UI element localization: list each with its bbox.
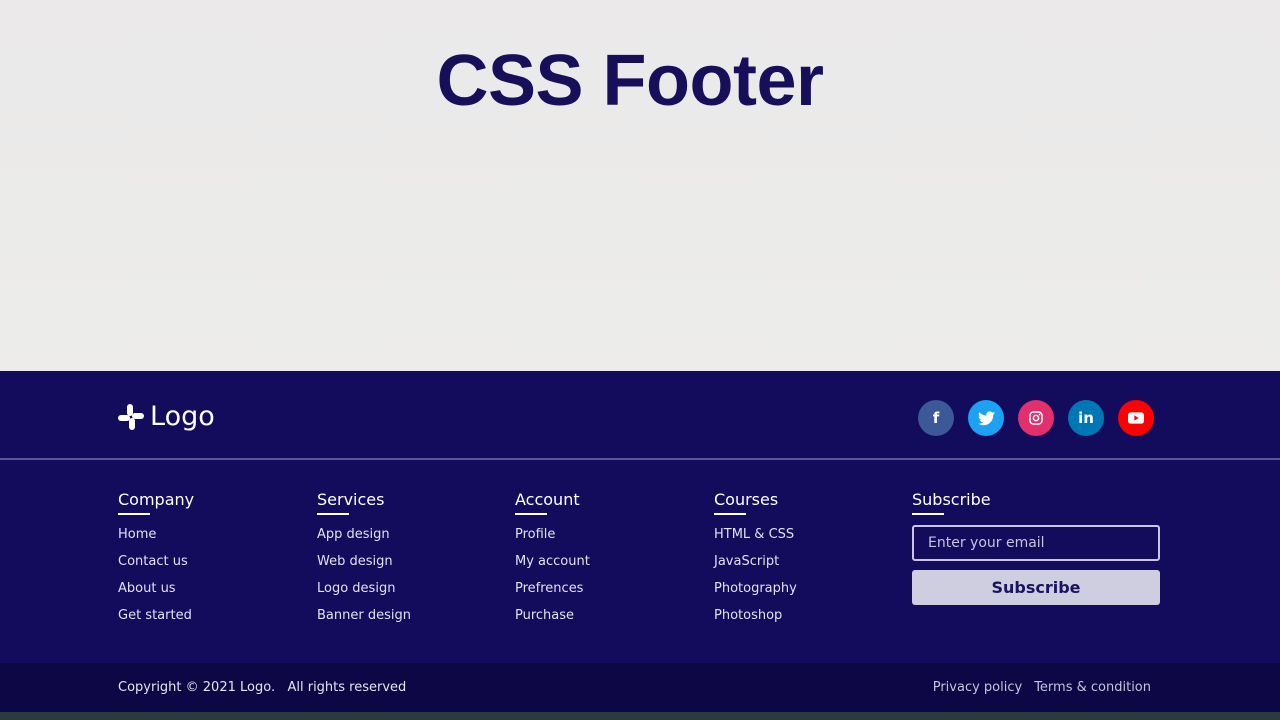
page-title: CSS Footer xyxy=(436,41,824,121)
title-underline xyxy=(118,513,150,515)
footer-link-get-started[interactable]: Get started xyxy=(118,606,194,633)
twitter-bird-glyph xyxy=(977,410,995,425)
title-underline xyxy=(317,513,349,515)
subscribe-column: Subscribe Subscribe xyxy=(912,490,1162,610)
footer-link-contact-us[interactable]: Contact us xyxy=(118,552,194,579)
footer-link-web-design[interactable]: Web design xyxy=(317,552,411,579)
footer-link-app-design[interactable]: App design xyxy=(317,525,411,552)
instagram-glyph xyxy=(1029,411,1043,425)
twitter-icon[interactable] xyxy=(968,400,1004,436)
footer-top-row: Logo f in xyxy=(0,371,1280,460)
title-underline xyxy=(714,513,746,515)
footer: Logo f in Company Home Contact us About … xyxy=(0,371,1280,712)
column-title-courses: Courses xyxy=(714,490,779,509)
services-column: Services App design Web design Logo desi… xyxy=(317,490,411,633)
subscribe-button[interactable]: Subscribe xyxy=(912,570,1160,605)
account-column: Account Profile My account Prefrences Pu… xyxy=(515,490,590,633)
footer-link-javascript[interactable]: JavaScript xyxy=(714,552,797,579)
privacy-policy-link[interactable]: Privacy policy xyxy=(933,680,1022,695)
footer-bottom-bar: Copyright © 2021 Logo. All rights reserv… xyxy=(0,663,1280,712)
logo[interactable]: Logo xyxy=(118,401,215,432)
youtube-icon[interactable] xyxy=(1118,400,1154,436)
footer-link-banner-design[interactable]: Banner design xyxy=(317,606,411,633)
footer-link-purchase[interactable]: Purchase xyxy=(515,606,590,633)
title-underline xyxy=(912,513,944,515)
footer-link-about-us[interactable]: About us xyxy=(118,579,194,606)
copyright-text: Copyright © 2021 Logo. All rights reserv… xyxy=(118,680,407,695)
footer-link-profile[interactable]: Profile xyxy=(515,525,590,552)
facebook-icon[interactable]: f xyxy=(918,400,954,436)
legal-links: Privacy policy Terms & condition xyxy=(933,680,1151,695)
social-links: f in xyxy=(918,400,1154,436)
footer-link-photoshop[interactable]: Photoshop xyxy=(714,606,797,633)
footer-link-prefrences[interactable]: Prefrences xyxy=(515,579,590,606)
logo-text: Logo xyxy=(150,401,215,432)
footer-columns: Company Home Contact us About us Get sta… xyxy=(0,490,1280,640)
slack-logo-icon xyxy=(118,403,144,430)
footer-link-photography[interactable]: Photography xyxy=(714,579,797,606)
footer-link-html-css[interactable]: HTML & CSS xyxy=(714,525,797,552)
title-underline xyxy=(515,513,547,515)
courses-column: Courses HTML & CSS JavaScript Photograph… xyxy=(714,490,797,633)
column-title-account: Account xyxy=(515,490,580,509)
instagram-icon[interactable] xyxy=(1018,400,1054,436)
column-title-subscribe: Subscribe xyxy=(912,490,991,509)
footer-link-home[interactable]: Home xyxy=(118,525,194,552)
column-title-services: Services xyxy=(317,490,385,509)
linkedin-icon[interactable]: in xyxy=(1068,400,1104,436)
terms-condition-link[interactable]: Terms & condition xyxy=(1034,680,1151,695)
email-input[interactable] xyxy=(912,525,1160,561)
column-title-company: Company xyxy=(118,490,195,509)
hero-section: CSS Footer xyxy=(0,0,1280,371)
youtube-glyph xyxy=(1128,412,1144,424)
company-column: Company Home Contact us About us Get sta… xyxy=(118,490,194,633)
footer-link-my-account[interactable]: My account xyxy=(515,552,590,579)
footer-link-logo-design[interactable]: Logo design xyxy=(317,579,411,606)
